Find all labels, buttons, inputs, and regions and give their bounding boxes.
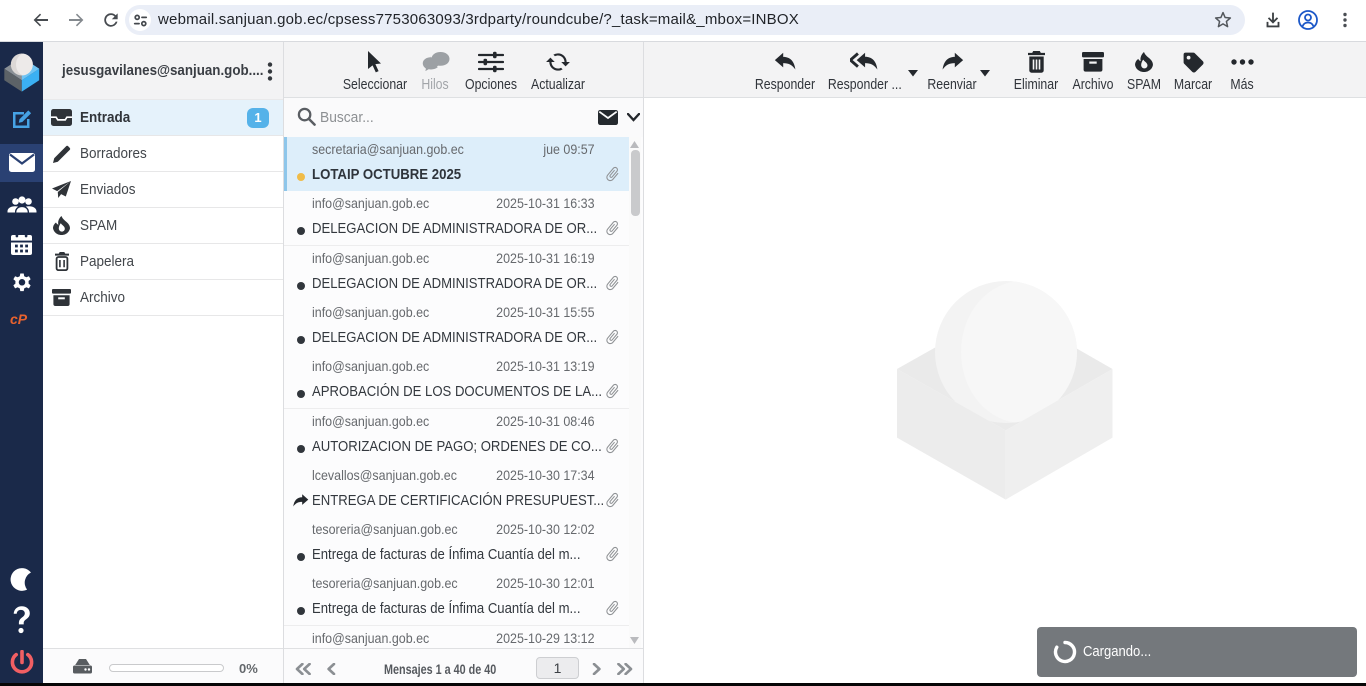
svg-text:cP: cP	[10, 311, 28, 327]
